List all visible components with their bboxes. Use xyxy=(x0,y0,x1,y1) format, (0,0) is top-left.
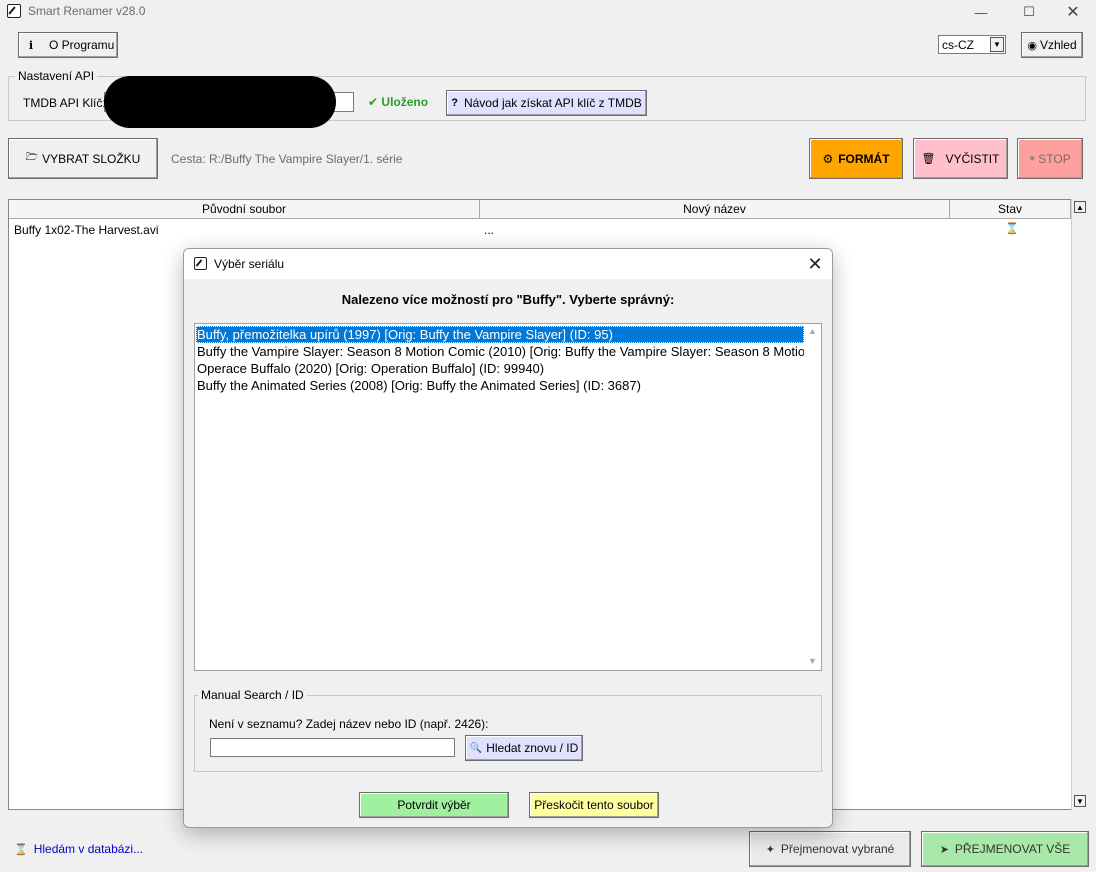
format-label: FORMÁT xyxy=(838,151,890,166)
column-header-status[interactable]: Stav xyxy=(950,200,1071,219)
redaction-mark xyxy=(104,76,336,128)
format-button[interactable]: ⚙ FORMÁT xyxy=(809,138,903,179)
app-icon xyxy=(7,4,21,18)
table-row[interactable]: Buffy 1x02-The Harvest.avi ... ⌛ xyxy=(9,220,1071,238)
check-icon: ✔ xyxy=(368,95,379,109)
rename-selected-button[interactable]: ✦ Přejmenovat vybrané xyxy=(749,831,911,867)
manual-search-prompt: Není v seznamu? Zadej název nebo ID (nap… xyxy=(209,717,489,731)
language-select[interactable]: cs-CZ ▼ xyxy=(938,35,1006,54)
info-icon: i xyxy=(28,38,34,52)
search-icon: 🔍 xyxy=(469,742,483,754)
list-scrollbar[interactable]: ▲ ▼ xyxy=(804,324,821,670)
stop-icon: ● xyxy=(1029,153,1036,164)
skip-label: Přeskočit tento soubor xyxy=(534,798,654,812)
hourglass-icon: ⌛ xyxy=(1005,223,1019,235)
gear-icon: ⚙ xyxy=(822,151,834,166)
trash-icon: 🗑 xyxy=(921,153,936,165)
select-folder-button[interactable]: 🗁 VYBRAT SLOŽKU xyxy=(8,138,158,179)
rename-selected-label: Přejmenovat vybrané xyxy=(780,842,895,856)
search-input[interactable] xyxy=(210,738,455,757)
column-header-original[interactable]: Původní soubor xyxy=(9,200,480,219)
api-key-label: TMDB API Klíč: xyxy=(23,96,106,110)
sparkle-icon: ✦ xyxy=(765,843,775,856)
rocket-icon: ➤ xyxy=(939,843,949,856)
dialog-title: Výběr seriálu xyxy=(214,257,285,271)
stop-button[interactable]: ● STOP xyxy=(1017,138,1083,179)
table-scrollbar[interactable]: ▲ ▼ xyxy=(1071,199,1088,810)
list-item[interactable]: Buffy, přemožitelka upírů (1997) [Orig: … xyxy=(196,326,804,343)
cell-original: Buffy 1x02-The Harvest.avi xyxy=(14,223,159,237)
dialog-heading: Nalezeno více možností pro "Buffy". Vybe… xyxy=(341,292,675,307)
series-selection-dialog: Výběr seriálu ✕ Nalezeno více možností p… xyxy=(183,248,833,828)
cell-new-name: ... xyxy=(484,223,495,237)
scroll-up-icon[interactable]: ▲ xyxy=(808,326,817,336)
appearance-label: Vzhled xyxy=(1039,38,1077,52)
question-icon: ? xyxy=(451,97,458,109)
confirm-button[interactable]: Potvrdit výběr xyxy=(359,792,509,818)
folder-icon: 🗁 xyxy=(25,152,39,163)
confirm-label: Potvrdit výběr xyxy=(397,798,471,812)
clear-button[interactable]: 🗑 VYČISTIT xyxy=(913,138,1008,179)
about-label: O Programu xyxy=(49,38,115,52)
skip-button[interactable]: Přeskočit tento soubor xyxy=(529,792,659,818)
status-text: Hledám v databázi... xyxy=(33,842,144,856)
rename-all-button[interactable]: ➤ PŘEJMENOVAT VŠE xyxy=(921,831,1089,867)
folder-path: Cesta: R:/Buffy The Vampire Slayer/1. sé… xyxy=(171,152,403,166)
column-header-new-name[interactable]: Nový název xyxy=(480,200,950,219)
stop-label: STOP xyxy=(1038,151,1071,166)
search-again-button[interactable]: 🔍 Hledat znovu / ID xyxy=(465,735,583,761)
status-bar: ⌛ Hledám v databázi... xyxy=(14,842,143,856)
list-item[interactable]: Buffy the Animated Series (2008) [Orig: … xyxy=(196,377,804,394)
scroll-down-icon[interactable]: ▼ xyxy=(1074,795,1086,807)
palette-icon: ◉ xyxy=(1027,39,1037,52)
clear-label: VYČISTIT xyxy=(945,151,1000,166)
rename-all-label: PŘEJMENOVAT VŠE xyxy=(954,842,1071,856)
title-bar xyxy=(0,0,1096,24)
close-icon[interactable]: ✕ xyxy=(1050,0,1096,24)
api-guide-button[interactable]: ? Návod jak získat API klíč z TMDB xyxy=(446,90,647,116)
about-button[interactable]: i O Programu xyxy=(18,32,118,58)
scroll-up-icon[interactable]: ▲ xyxy=(1074,201,1086,213)
dialog-close-icon[interactable]: ✕ xyxy=(802,252,828,276)
chevron-down-icon[interactable]: ▼ xyxy=(990,37,1004,52)
minimize-icon[interactable]: — xyxy=(958,0,1004,24)
maximize-icon[interactable]: ☐ xyxy=(1006,0,1052,24)
manual-search-group-label: Manual Search / ID xyxy=(198,688,307,702)
list-item[interactable]: Buffy the Vampire Slayer: Season 8 Motio… xyxy=(196,343,804,360)
window-title: Smart Renamer v28.0 xyxy=(28,4,146,18)
series-listbox[interactable]: Buffy, přemožitelka upírů (1997) [Orig: … xyxy=(194,323,822,671)
saved-status: ✔ Uloženo xyxy=(368,95,429,109)
list-item[interactable]: Operace Buffalo (2020) [Orig: Operation … xyxy=(196,360,804,377)
dialog-app-icon xyxy=(194,257,207,270)
scroll-down-icon[interactable]: ▼ xyxy=(808,656,817,666)
api-guide-label: Návod jak získat API klíč z TMDB xyxy=(463,96,642,110)
search-again-label: Hledat znovu / ID xyxy=(486,741,579,755)
appearance-button[interactable]: ◉ Vzhled xyxy=(1021,32,1083,58)
hourglass-icon: ⌛ xyxy=(14,843,28,856)
language-value: cs-CZ xyxy=(942,38,974,52)
select-folder-label: VYBRAT SLOŽKU xyxy=(42,151,141,166)
api-group-label: Nastavení API xyxy=(15,69,98,83)
